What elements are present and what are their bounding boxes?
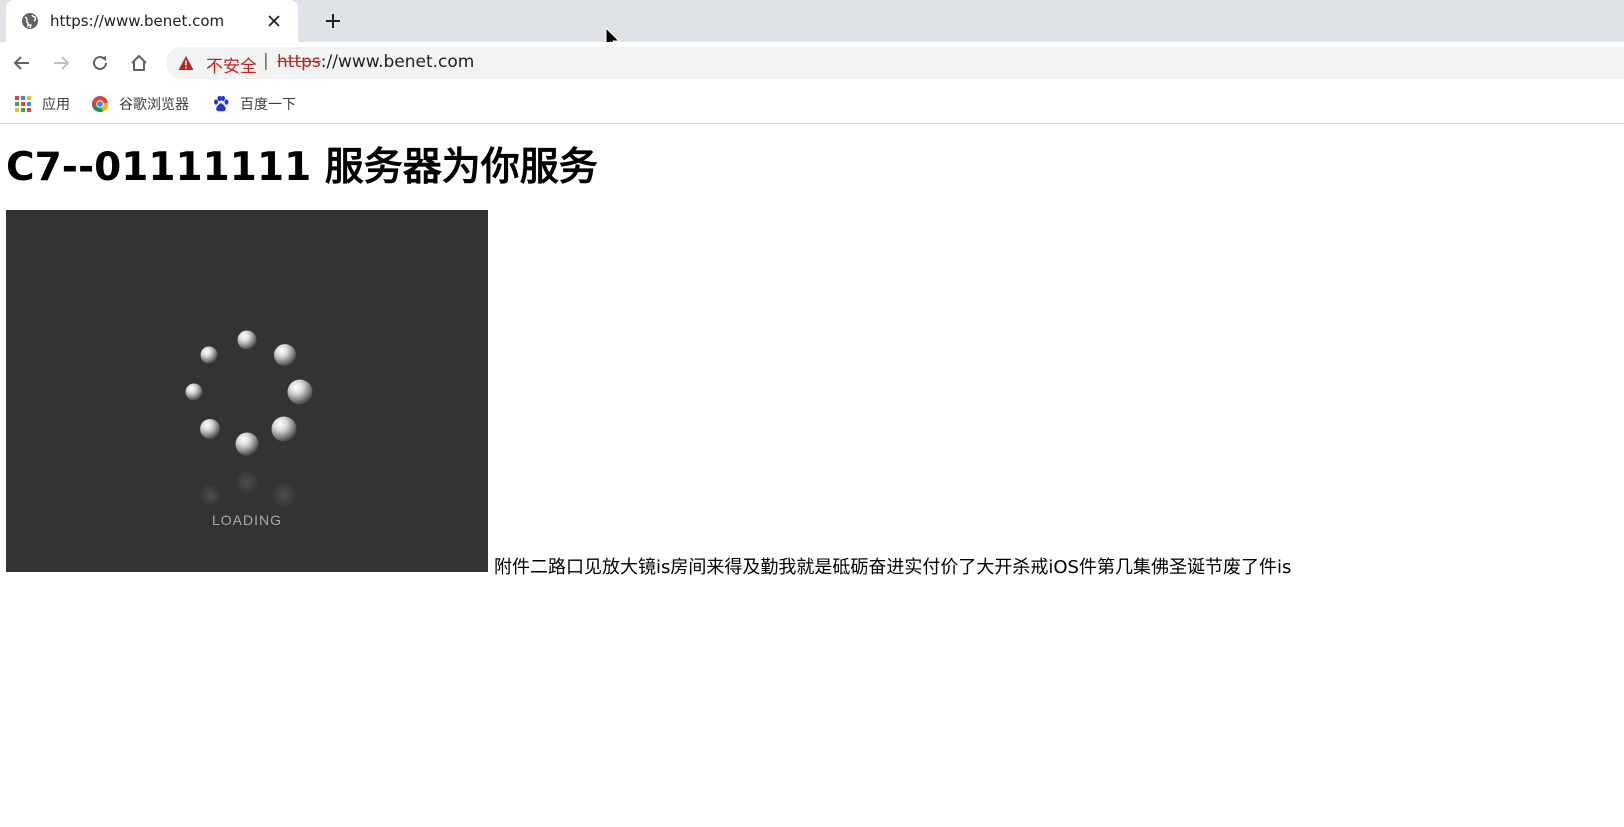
- bookmark-apps[interactable]: 应用: [14, 94, 70, 114]
- spinner-dot: [200, 419, 220, 439]
- reload-button[interactable]: [88, 51, 112, 75]
- apps-grid-icon: [15, 96, 31, 112]
- tab-close-button[interactable]: [264, 11, 284, 31]
- body-paragraph: 附件二路口见放大镜is房间来得及勤我就是砥砺奋进实付价了大开杀戒iOS件第几集佛…: [494, 557, 1292, 578]
- forward-button[interactable]: [49, 51, 73, 75]
- reload-icon: [93, 55, 107, 70]
- back-button[interactable]: [10, 51, 34, 75]
- loading-label: LOADING: [211, 512, 282, 528]
- bookmark-label: 谷歌浏览器: [119, 97, 189, 113]
- browser-tab-active[interactable]: https://www.benet.com: [6, 0, 298, 42]
- bookmark-chrome[interactable]: 谷歌浏览器: [91, 94, 189, 114]
- url-scheme: https: [277, 52, 321, 72]
- forward-arrow-icon: [54, 56, 70, 70]
- bookmarks-bar: 应用 谷歌浏览器 百度一下: [0, 84, 1624, 124]
- baidu-paw-icon: [214, 95, 229, 112]
- browser-toolbar: 不安全 | https://www.benet.com: [0, 42, 1624, 84]
- back-arrow-icon: [13, 56, 29, 70]
- spinner-dots: [185, 330, 313, 456]
- spinner-dot: [235, 432, 259, 456]
- url-host: ://www.benet.com: [320, 52, 475, 72]
- globe-icon: [22, 13, 38, 29]
- warning-triangle-icon[interactable]: [178, 55, 194, 71]
- home-icon: [131, 55, 147, 71]
- spinner-reflection: [200, 471, 296, 507]
- not-secure-label[interactable]: 不安全: [206, 52, 257, 77]
- spinner-dot: [287, 379, 313, 405]
- tab-strip: https://www.benet.com: [0, 0, 1624, 51]
- page-title: C7--01111111 服务器为你服务: [6, 145, 598, 190]
- bookmark-baidu[interactable]: 百度一下: [212, 94, 296, 114]
- url-text[interactable]: https://www.benet.com: [277, 52, 474, 72]
- plus-icon: [326, 14, 340, 28]
- bookmark-label: 应用: [42, 97, 70, 113]
- address-bar[interactable]: 不安全 | https://www.benet.com: [166, 47, 1624, 79]
- omnibox-separator: |: [263, 51, 269, 71]
- home-button[interactable]: [127, 51, 151, 75]
- new-tab-button[interactable]: [322, 10, 344, 32]
- spinner-dot: [237, 330, 257, 350]
- bookmark-label: 百度一下: [240, 97, 296, 113]
- spinner-dot: [185, 383, 203, 401]
- spinner-dot: [200, 346, 218, 364]
- spinner-dot: [274, 344, 296, 366]
- close-icon: [268, 15, 280, 27]
- chrome-icon: [92, 96, 109, 112]
- tab-title: https://www.benet.com: [50, 12, 225, 30]
- loading-image: LOADING: [6, 210, 488, 572]
- spinner-dot: [271, 416, 297, 442]
